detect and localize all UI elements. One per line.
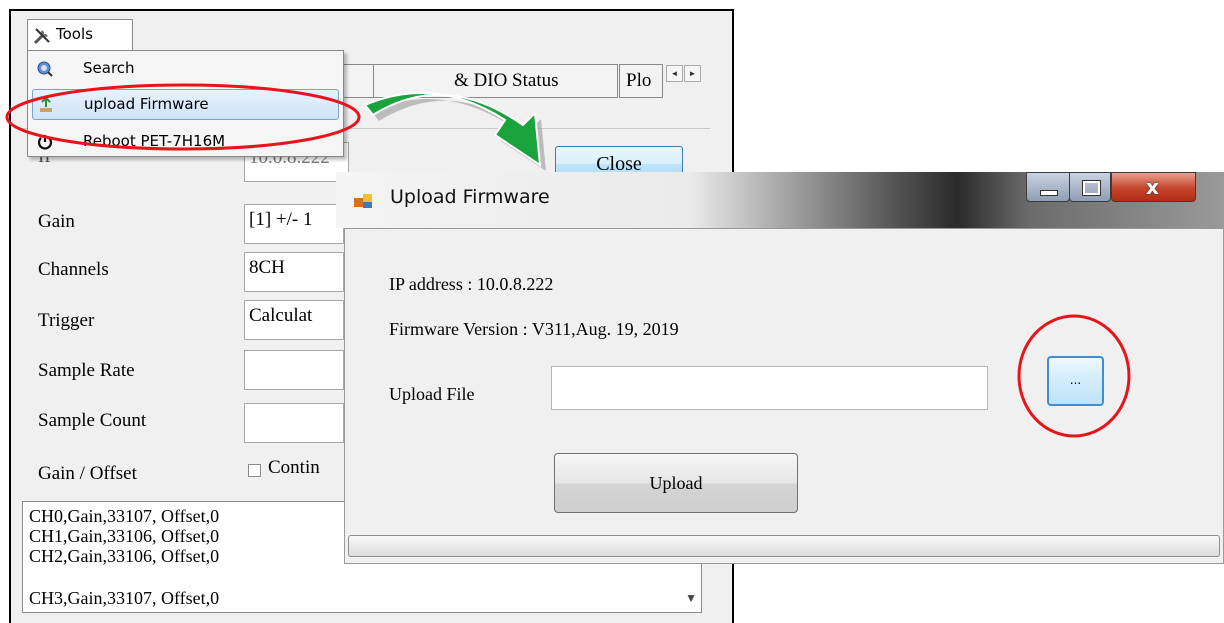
upload-file-input[interactable]: [551, 366, 988, 410]
highlight-circle: [1017, 314, 1131, 438]
scroll-down-icon[interactable]: ▼: [685, 591, 697, 606]
upload-button[interactable]: Upload: [554, 453, 798, 513]
dialog-title: Upload Firmware: [390, 186, 550, 208]
sample-rate-input[interactable]: [244, 350, 344, 390]
tab-scroll-right-icon[interactable]: ►: [684, 65, 701, 82]
maximize-icon: [1082, 180, 1101, 196]
highlight-ellipse: [5, 83, 361, 151]
trigger-select[interactable]: Calculat: [244, 300, 344, 340]
close-x-icon: x: [1146, 175, 1159, 199]
continuous-checkbox-label: Contin: [268, 457, 320, 478]
minimize-button[interactable]: [1026, 172, 1070, 202]
channels-select[interactable]: 8CH: [244, 252, 344, 292]
gain-offset-label: Gain / Offset: [38, 463, 137, 484]
dialog-titlebar[interactable]: Upload Firmware x: [336, 172, 1224, 228]
tools-menu-button[interactable]: Tools: [27, 19, 133, 51]
maximize-button[interactable]: [1069, 172, 1111, 202]
sample-count-input[interactable]: [244, 403, 344, 443]
status-bar: [348, 535, 1220, 557]
tab-plot[interactable]: Plo: [619, 64, 663, 98]
continuous-checkbox[interactable]: [248, 464, 261, 477]
app-icon: [354, 194, 372, 208]
textarea-line: CH1,Gain,33106, Offset,0: [29, 526, 220, 546]
minimize-icon: [1040, 190, 1058, 196]
textarea-line: CH3,Gain,33107, Offset,0: [29, 588, 220, 608]
sample-count-label: Sample Count: [38, 410, 147, 431]
tools-menu-label: Tools: [56, 25, 93, 43]
firmware-version-text: Firmware Version : V311,Aug. 19, 2019: [389, 319, 679, 339]
ip-address-text: IP address : 10.0.8.222: [389, 274, 554, 294]
tools-icon: [33, 28, 50, 45]
trigger-label: Trigger: [38, 310, 95, 331]
tab-scroll-left-icon[interactable]: ◄: [666, 65, 683, 82]
channels-label: Channels: [38, 259, 109, 280]
window-close-button[interactable]: x: [1111, 172, 1196, 202]
gain-label: Gain: [38, 211, 75, 232]
arrow-icon: [363, 92, 546, 171]
textarea-line: CH2,Gain,33106, Offset,0: [29, 546, 220, 566]
gain-select[interactable]: [1] +/- 1: [244, 204, 344, 244]
sample-rate-label: Sample Rate: [38, 360, 135, 381]
upload-file-label: Upload File: [389, 384, 475, 404]
textarea-line: CH0,Gain,33107, Offset,0: [29, 506, 220, 526]
tab-plot-label: Plo: [626, 70, 652, 91]
